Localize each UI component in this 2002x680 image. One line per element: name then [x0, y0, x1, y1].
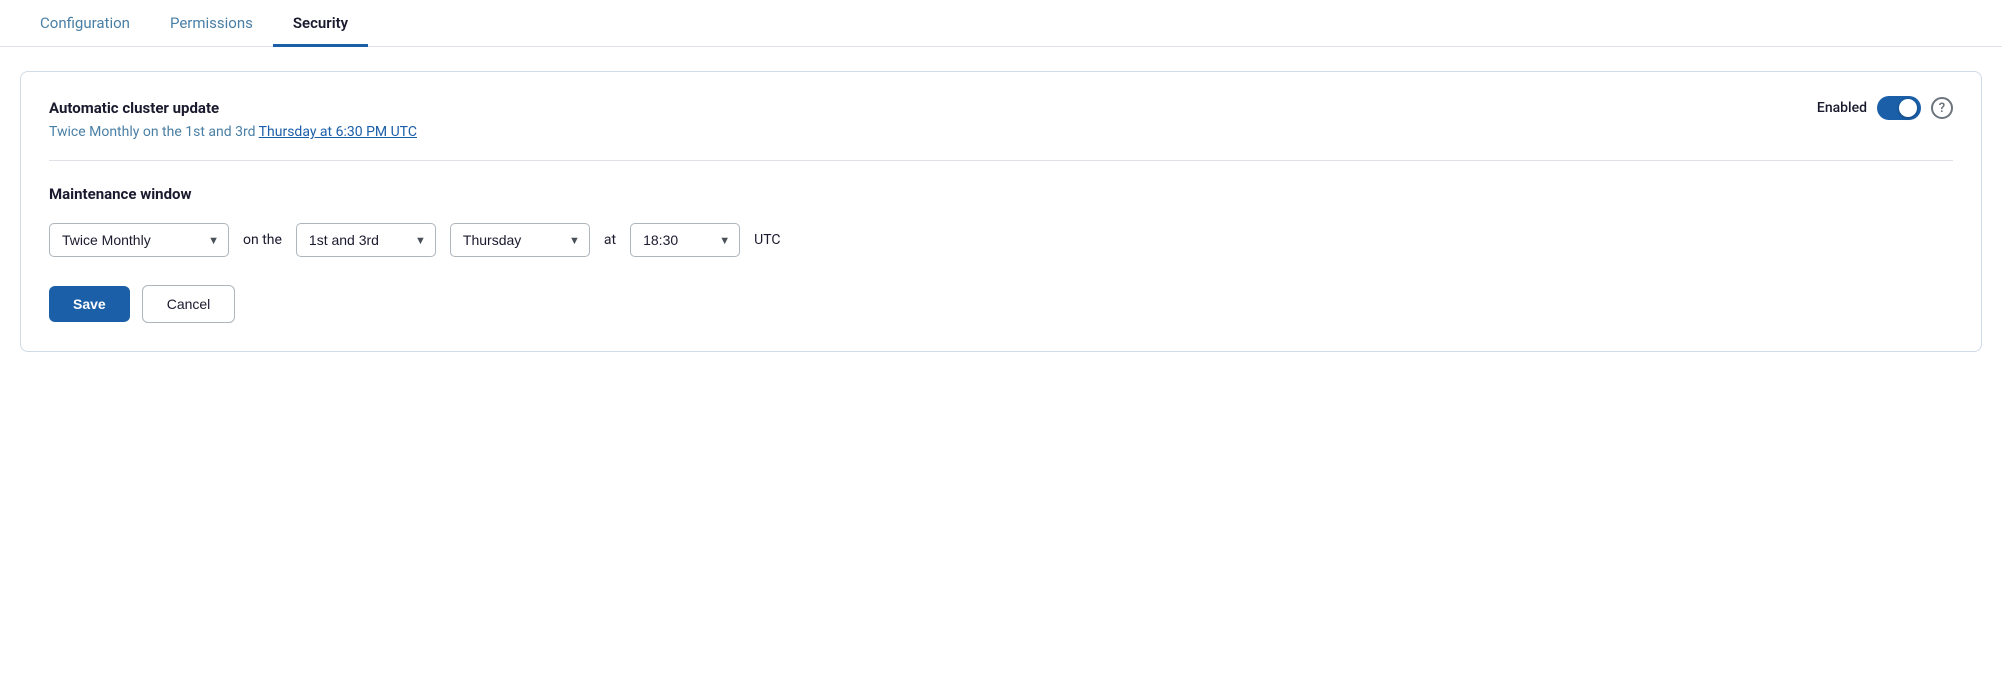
toggle-slider [1877, 96, 1921, 120]
time-select[interactable]: 18:30 00:00 06:00 12:00 [630, 223, 740, 257]
day-select[interactable]: Monday Tuesday Wednesday Thursday Friday… [450, 223, 590, 257]
frequency-select[interactable]: Twice Monthly Monthly Weekly Daily [49, 223, 229, 257]
day-select-wrapper: Monday Tuesday Wednesday Thursday Friday… [450, 223, 590, 257]
time-select-wrapper: 18:30 00:00 06:00 12:00 ▼ [630, 223, 740, 257]
maintenance-row: Twice Monthly Monthly Weekly Daily ▼ on … [49, 223, 1953, 257]
divider [49, 160, 1953, 161]
tab-permissions[interactable]: Permissions [150, 0, 273, 47]
occurrence-select[interactable]: 1st and 3rd 2nd and 4th [296, 223, 436, 257]
tabs-bar: Configuration Permissions Security [0, 0, 2002, 47]
cluster-update-header: Automatic cluster update Enabled ? [49, 96, 1953, 120]
cluster-update-title: Automatic cluster update [49, 99, 219, 117]
enabled-toggle[interactable] [1877, 96, 1921, 120]
save-button[interactable]: Save [49, 286, 130, 322]
maintenance-window-title: Maintenance window [49, 185, 1953, 203]
tab-security[interactable]: Security [273, 0, 368, 47]
cluster-update-subtitle: Twice Monthly on the 1st and 3rd Thursda… [49, 124, 1953, 140]
subtitle-link[interactable]: Thursday at 6:30 PM UTC [259, 124, 417, 140]
page-container: Configuration Permissions Security Autom… [0, 0, 2002, 680]
on-the-text: on the [243, 232, 282, 248]
help-icon[interactable]: ? [1931, 97, 1953, 119]
frequency-select-wrapper: Twice Monthly Monthly Weekly Daily ▼ [49, 223, 229, 257]
utc-text: UTC [754, 232, 780, 248]
main-content: Automatic cluster update Enabled ? Twice… [0, 47, 2002, 376]
subtitle-prefix: Twice Monthly on the 1st and 3rd [49, 124, 259, 140]
tab-configuration[interactable]: Configuration [20, 0, 150, 47]
button-row: Save Cancel [49, 285, 1953, 323]
enabled-section: Enabled ? [1817, 96, 1953, 120]
cancel-button[interactable]: Cancel [142, 285, 236, 323]
occurrence-select-wrapper: 1st and 3rd 2nd and 4th ▼ [296, 223, 436, 257]
settings-card: Automatic cluster update Enabled ? Twice… [20, 71, 1982, 352]
at-text: at [604, 232, 616, 248]
enabled-label: Enabled [1817, 100, 1867, 116]
